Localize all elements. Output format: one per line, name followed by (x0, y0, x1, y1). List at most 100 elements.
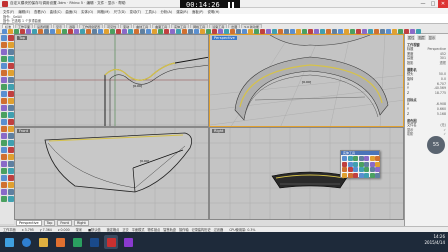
toolbar-tool-icon[interactable] (20, 28, 25, 34)
side-tool-icon[interactable] (1, 98, 7, 104)
side-tool-icon[interactable] (1, 119, 7, 125)
side-tool-icon[interactable] (1, 49, 7, 55)
viewport-front[interactable]: Front [0.00] (14, 127, 209, 220)
toolbar-tab[interactable]: 渲染工具 (209, 24, 228, 29)
toolbar-tool-icon[interactable] (68, 28, 73, 34)
toolbar-tab[interactable]: 曲面工具 (152, 24, 171, 29)
minimize-button[interactable]: — (418, 0, 428, 8)
toolbar-tool-icon[interactable] (284, 28, 289, 34)
toolbar-tool-icon[interactable] (8, 28, 13, 34)
toolbar-tab[interactable]: 设置视图 (34, 24, 53, 29)
toolbar-tool-icon[interactable] (314, 28, 319, 34)
side-tool-icon[interactable] (1, 105, 7, 111)
menu-item[interactable]: 变动(T) (130, 9, 142, 14)
toolbar-tool-icon[interactable] (302, 28, 307, 34)
toolbar-tool-icon[interactable] (326, 28, 331, 34)
menu-item[interactable]: 查看(V) (34, 9, 46, 14)
toolbar-tool-icon[interactable] (410, 28, 415, 34)
toolbar-tool-icon[interactable] (230, 28, 235, 34)
toolbar-tool-icon[interactable] (374, 28, 379, 34)
side-tool-icon[interactable] (1, 168, 7, 174)
toolbar-tab[interactable]: 出图 (228, 24, 241, 29)
toolbar-tool-icon[interactable] (350, 28, 355, 34)
viewport-top[interactable]: Top [0.00] (14, 34, 209, 127)
toolbar-tool-icon[interactable] (254, 28, 259, 34)
viewport-label-perspective[interactable]: Perspective (212, 36, 237, 40)
side-tool-icon[interactable] (1, 161, 7, 167)
taskbar-app-explorer[interactable] (36, 235, 50, 249)
viewport-label-top[interactable]: Top (17, 36, 28, 40)
palette-tool-icon[interactable] (342, 167, 347, 172)
toolbar-tool-icon[interactable] (188, 28, 193, 34)
taskbar-app-media[interactable] (53, 235, 67, 249)
side-tool-icon[interactable] (1, 189, 7, 195)
toolbar-tool-icon[interactable] (380, 28, 385, 34)
toolbar-tool-icon[interactable] (272, 28, 277, 34)
palette-tool-icon[interactable] (358, 172, 364, 178)
taskbar-app-rhino[interactable] (104, 235, 118, 249)
toolbar-tool-icon[interactable] (398, 28, 403, 34)
palette-tool-icon[interactable] (347, 167, 353, 172)
floating-tool-palette[interactable]: 实体工具 (340, 150, 380, 178)
toolbar-tool-icon[interactable] (128, 28, 133, 34)
palette-tool-icon[interactable] (358, 167, 364, 172)
palette-tool-icon[interactable] (364, 172, 369, 178)
side-tool-icon[interactable] (1, 126, 7, 132)
toolbar-tool-icon[interactable] (236, 28, 241, 34)
toolbar-tool-icon[interactable] (392, 28, 397, 34)
toolbar-tab[interactable]: 标准 (2, 24, 15, 29)
toolbar-tab[interactable]: 显示 (53, 24, 66, 29)
toolbar-tool-icon[interactable] (296, 28, 301, 34)
toolbar-tool-icon[interactable] (200, 28, 205, 34)
overlay-badge[interactable]: 55 (427, 136, 445, 154)
property-value[interactable]: ✓ (443, 132, 446, 137)
menu-item[interactable]: 面板(P) (192, 9, 203, 14)
toolbar-tool-icon[interactable] (344, 28, 349, 34)
toolbar-tool-icon[interactable] (92, 28, 97, 34)
toolbar-tool-icon[interactable] (32, 28, 37, 34)
palette-tool-icon[interactable] (347, 172, 353, 178)
palette-tool-icon[interactable] (342, 156, 347, 161)
command-history[interactable]: 指令: _SelAll 指令: 已选取 1 个多重曲面 指令: (0, 14, 448, 27)
maximize-button[interactable]: □ (428, 0, 438, 8)
toolbar-tab[interactable]: 工作视窗配置 (79, 24, 104, 29)
toolbar-tab[interactable]: 选取 (66, 24, 79, 29)
toolbar-tool-icon[interactable] (62, 28, 67, 34)
menu-item[interactable]: 网格(M) (97, 9, 109, 14)
taskbar-app-ie[interactable] (19, 235, 33, 249)
viewport-perspective[interactable]: Perspective [0.00] (209, 34, 404, 127)
side-tool-icon[interactable] (1, 175, 7, 181)
toolbar-tool-icon[interactable] (74, 28, 79, 34)
palette-tool-icon[interactable] (364, 156, 369, 161)
toolbar-tool-icon[interactable] (404, 28, 409, 34)
property-value[interactable]: 18.775 (435, 91, 446, 96)
palette-tool-icon[interactable] (342, 161, 347, 167)
palette-tool-icon[interactable] (353, 161, 358, 167)
panel-tab-properties[interactable]: 属性 (407, 35, 416, 40)
toolbar-tool-icon[interactable] (356, 28, 361, 34)
toolbar-tool-icon[interactable] (116, 28, 121, 34)
toolbar-tool-icon[interactable] (140, 28, 145, 34)
toolbar-tool-icon[interactable] (38, 28, 43, 34)
toolbar-tool-icon[interactable] (194, 28, 199, 34)
property-value[interactable]: 5.168 (437, 112, 446, 117)
toolbar-tool-icon[interactable] (176, 28, 181, 34)
side-tool-icon[interactable] (1, 112, 7, 118)
side-tool-icon[interactable] (1, 84, 7, 90)
toolbar-tool-icon[interactable] (416, 28, 421, 34)
toolbar-tab[interactable]: 曲线工具 (133, 24, 152, 29)
viewport-label-right[interactable]: Right (212, 129, 226, 133)
toolbar-tool-icon[interactable] (386, 28, 391, 34)
toolbar-tool-icon[interactable] (80, 28, 85, 34)
toolbar-tool-icon[interactable] (260, 28, 265, 34)
taskbar-app-recorder[interactable] (121, 235, 135, 249)
toolbar-tool-icon[interactable] (290, 28, 295, 34)
toolbar-tool-icon[interactable] (338, 28, 343, 34)
toolbar-tab[interactable]: 网格工具 (190, 24, 209, 29)
side-tool-icon[interactable] (1, 77, 7, 83)
toolbar-tool-icon[interactable] (158, 28, 163, 34)
menu-item[interactable]: 工具(L) (145, 9, 156, 14)
toolbar-tool-icon[interactable] (266, 28, 271, 34)
palette-tool-icon[interactable] (369, 172, 375, 178)
toolbar-tool-icon[interactable] (332, 28, 337, 34)
